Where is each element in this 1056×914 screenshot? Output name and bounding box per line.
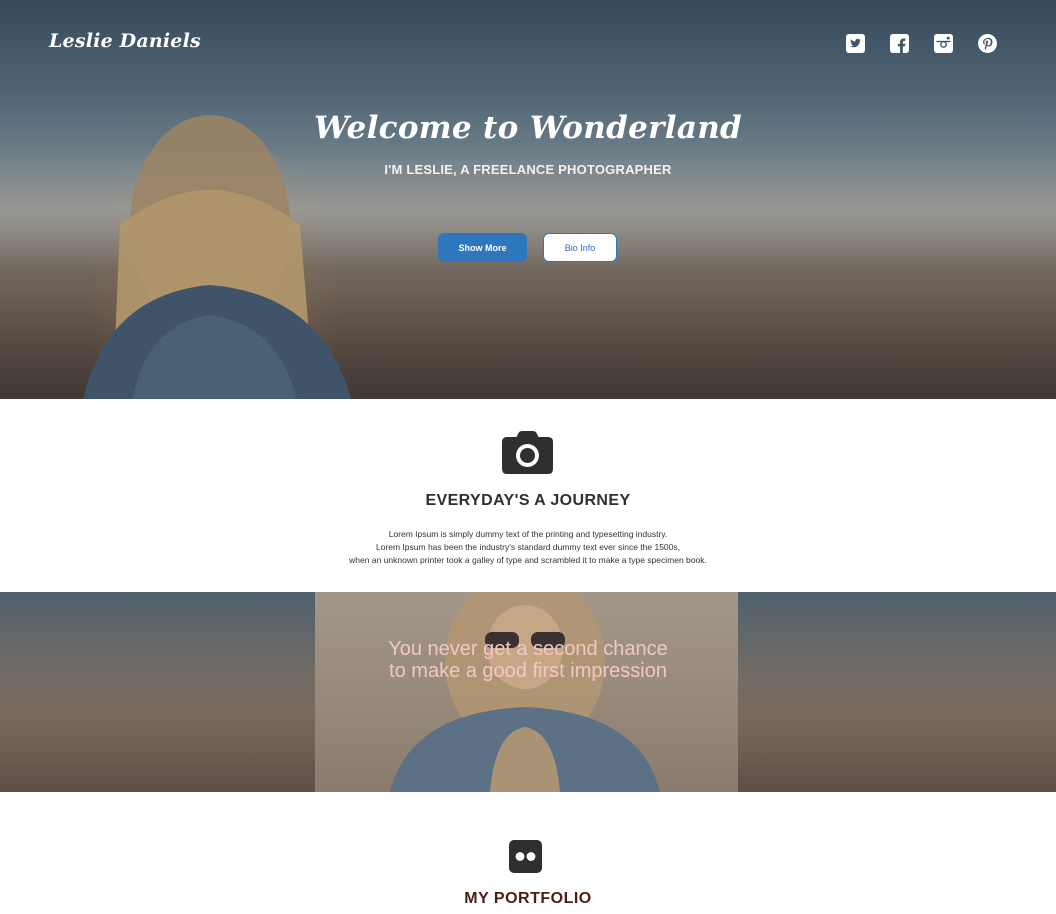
twitter-icon[interactable] (846, 34, 865, 53)
journey-description: Lorem Ipsum is simply dummy text of the … (0, 528, 1056, 567)
camera-icon (502, 431, 553, 474)
hero-title: Welcome to Wonderland (313, 110, 743, 146)
show-more-button[interactable]: Show More (438, 233, 527, 262)
hero-section: Leslie Daniels Welcome to Wonderland I'M… (0, 0, 1056, 399)
portfolio-section: MY PORTFOLIO (0, 792, 1056, 914)
instagram-icon[interactable] (934, 34, 953, 53)
journey-title: EVERYDAY'S A JOURNEY (425, 492, 631, 509)
hero-photo-person (83, 115, 352, 399)
quote-line-2: to make a good first impression (389, 660, 667, 682)
journey-line: when an unknown printer took a galley of… (349, 555, 707, 565)
pinterest-icon[interactable] (978, 34, 997, 53)
quote-line-1: You never get a second chance (388, 638, 668, 660)
quote-photo-person (390, 592, 660, 792)
facebook-icon[interactable] (890, 34, 909, 53)
quote-section: You never get a second chance to make a … (0, 592, 1056, 792)
quote-text: You never get a second chance to make a … (0, 638, 1056, 682)
bio-info-button[interactable]: Bio Info (543, 233, 617, 262)
journey-section: EVERYDAY'S A JOURNEY Lorem Ipsum is simp… (0, 399, 1056, 592)
portfolio-title: MY PORTFOLIO (464, 890, 592, 907)
flickr-icon (509, 840, 542, 873)
hero-subtitle: I'M LESLIE, A FREELANCE PHOTOGRAPHER (384, 162, 672, 177)
social-links (846, 34, 997, 53)
brand-logo[interactable]: Leslie Daniels (49, 30, 201, 52)
journey-line: Lorem Ipsum has been the industry's stan… (375, 542, 680, 552)
journey-line: Lorem Ipsum is simply dummy text of the … (388, 529, 668, 539)
